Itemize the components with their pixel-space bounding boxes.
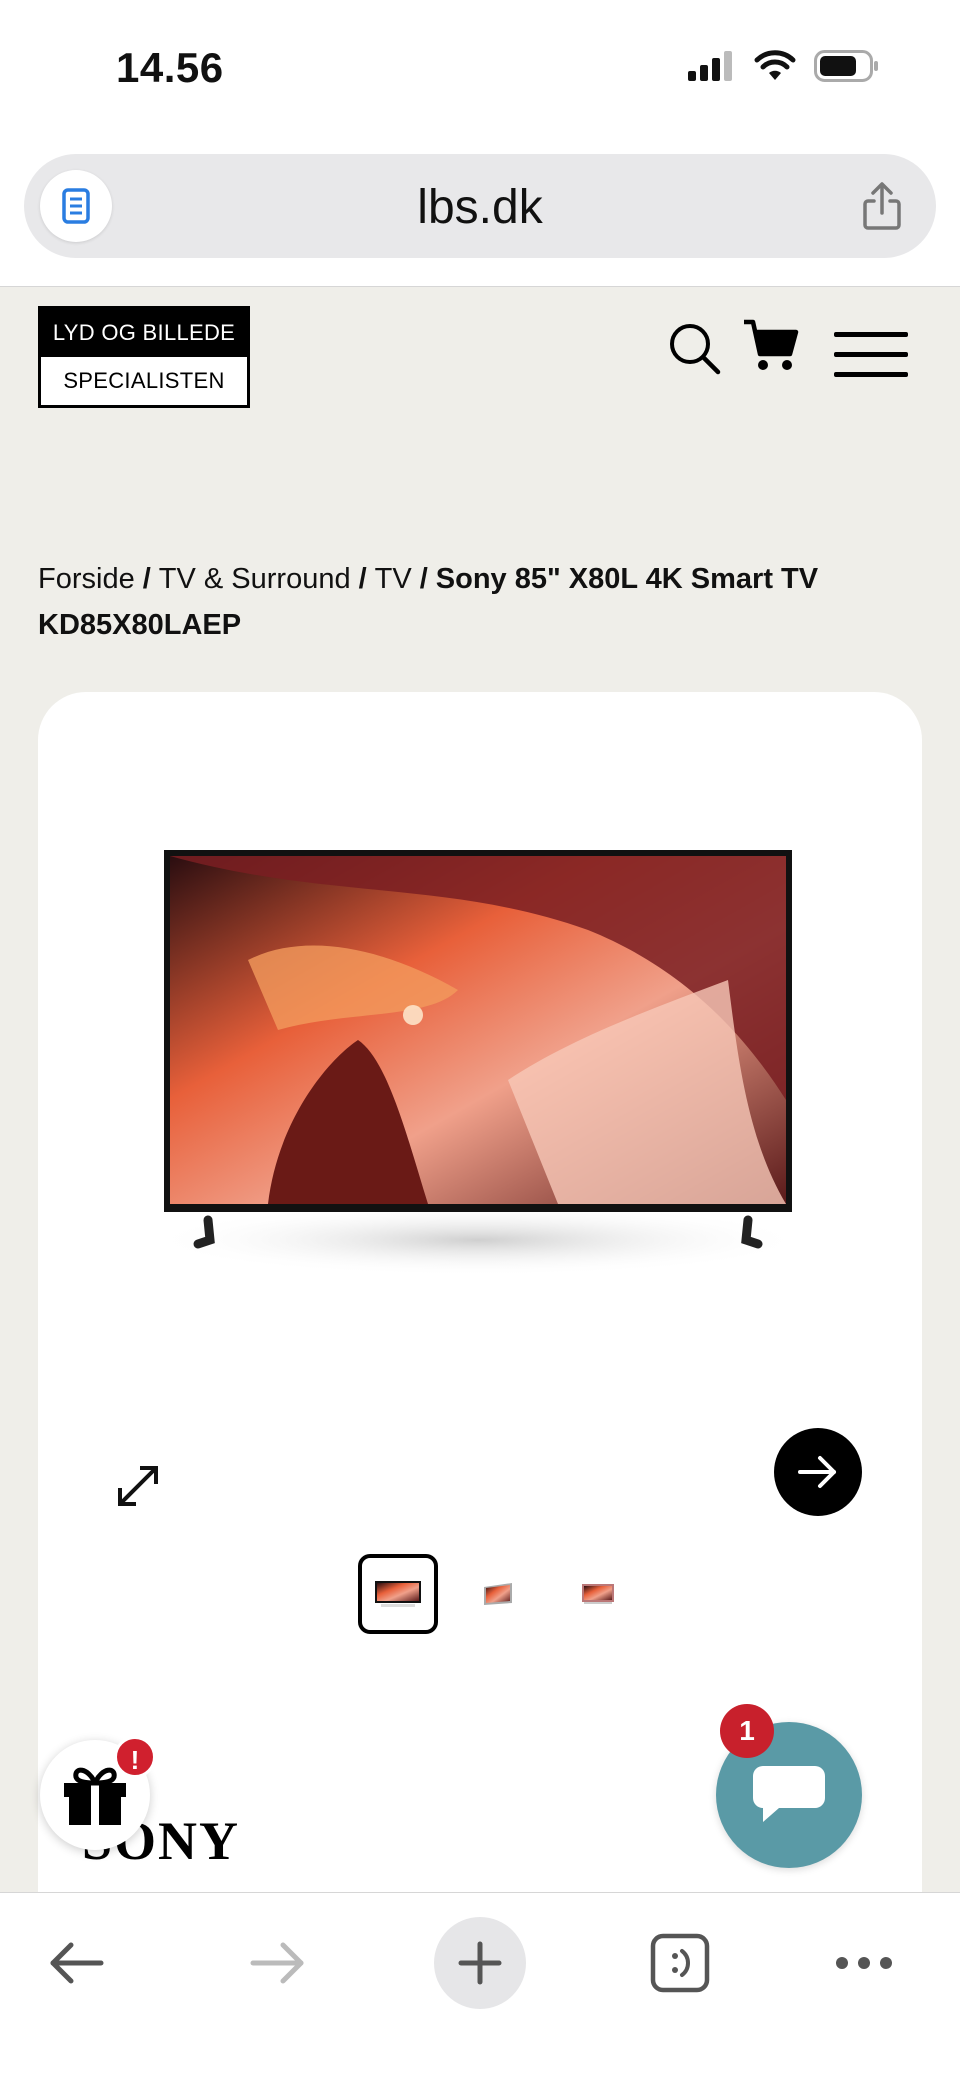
- more-button[interactable]: [818, 1917, 910, 2009]
- search-icon[interactable]: [668, 322, 722, 376]
- share-icon: [863, 182, 901, 230]
- status-time: 14.56: [116, 44, 224, 91]
- wifi-icon: [754, 50, 796, 80]
- hamburger-menu-icon[interactable]: [834, 332, 908, 378]
- chat-bubble-icon: [753, 1766, 825, 1822]
- share-button[interactable]: [856, 180, 908, 232]
- expand-icon: [118, 1466, 158, 1506]
- next-image-button[interactable]: [774, 1428, 862, 1516]
- forward-button[interactable]: [232, 1917, 324, 2009]
- breadcrumb-separator: /: [419, 563, 428, 595]
- breadcrumb: Forside / TV & Surround / TV / Sony 85" X80L 4…: [38, 556, 918, 648]
- tabs-icon: [650, 1933, 710, 1993]
- breadcrumb-item-tv-surround[interactable]: TV & Surround: [159, 563, 351, 595]
- arrow-right-icon: [798, 1456, 836, 1488]
- expand-image-button[interactable]: [108, 1456, 168, 1516]
- tabs-button[interactable]: [634, 1917, 726, 2009]
- thumbnail-image: [375, 1581, 421, 1607]
- breadcrumb-separator: /: [358, 563, 367, 595]
- url-text[interactable]: lbs.dk: [24, 180, 936, 235]
- product-image[interactable]: [128, 840, 828, 1280]
- chat-notification-badge: 1: [720, 1704, 774, 1758]
- status-icons: [688, 50, 880, 82]
- thumbnail-strip: [358, 1554, 638, 1634]
- logo-bottom-text: SPECIALISTEN: [63, 368, 225, 393]
- gift-icon: [64, 1767, 126, 1825]
- back-arrow-icon: [50, 1942, 104, 1984]
- breadcrumb-item-tv[interactable]: TV: [375, 563, 412, 595]
- cellular-signal-icon: [688, 51, 732, 81]
- thumbnail-3[interactable]: [558, 1554, 638, 1634]
- address-bar[interactable]: lbs.dk: [24, 154, 936, 258]
- battery-icon: [814, 50, 878, 82]
- thumbnail-1[interactable]: [358, 1554, 438, 1634]
- breadcrumb-item-home[interactable]: Forside: [38, 563, 135, 595]
- breadcrumb-separator: /: [142, 563, 151, 595]
- plus-icon: [458, 1941, 502, 1985]
- site-header: LYD OG BILLEDE SPECIALISTEN: [0, 288, 960, 448]
- forward-arrow-icon: [250, 1942, 304, 1984]
- thumbnail-2[interactable]: [458, 1554, 538, 1634]
- browser-toolbar: lbs.dk: [0, 140, 960, 287]
- site-logo[interactable]: LYD OG BILLEDE SPECIALISTEN: [38, 306, 250, 408]
- status-bar: 14.56: [0, 0, 960, 140]
- logo-top-text: LYD OG BILLEDE: [41, 309, 247, 357]
- new-tab-button[interactable]: [434, 1917, 526, 2009]
- browser-bottom-toolbar: [0, 1892, 960, 2081]
- product-gallery-card: SONY: [38, 692, 922, 2081]
- back-button[interactable]: [30, 1917, 122, 2009]
- thumbnail-image: [582, 1584, 614, 1604]
- thumbnail-image: [484, 1583, 512, 1605]
- gift-notification-badge: !: [114, 1736, 156, 1778]
- more-dots-icon: [836, 1957, 892, 1969]
- breadcrumb-current: Sony 85" X80L 4K Smart TV KD85X80LAEP: [38, 563, 819, 641]
- cart-icon[interactable]: [742, 318, 800, 374]
